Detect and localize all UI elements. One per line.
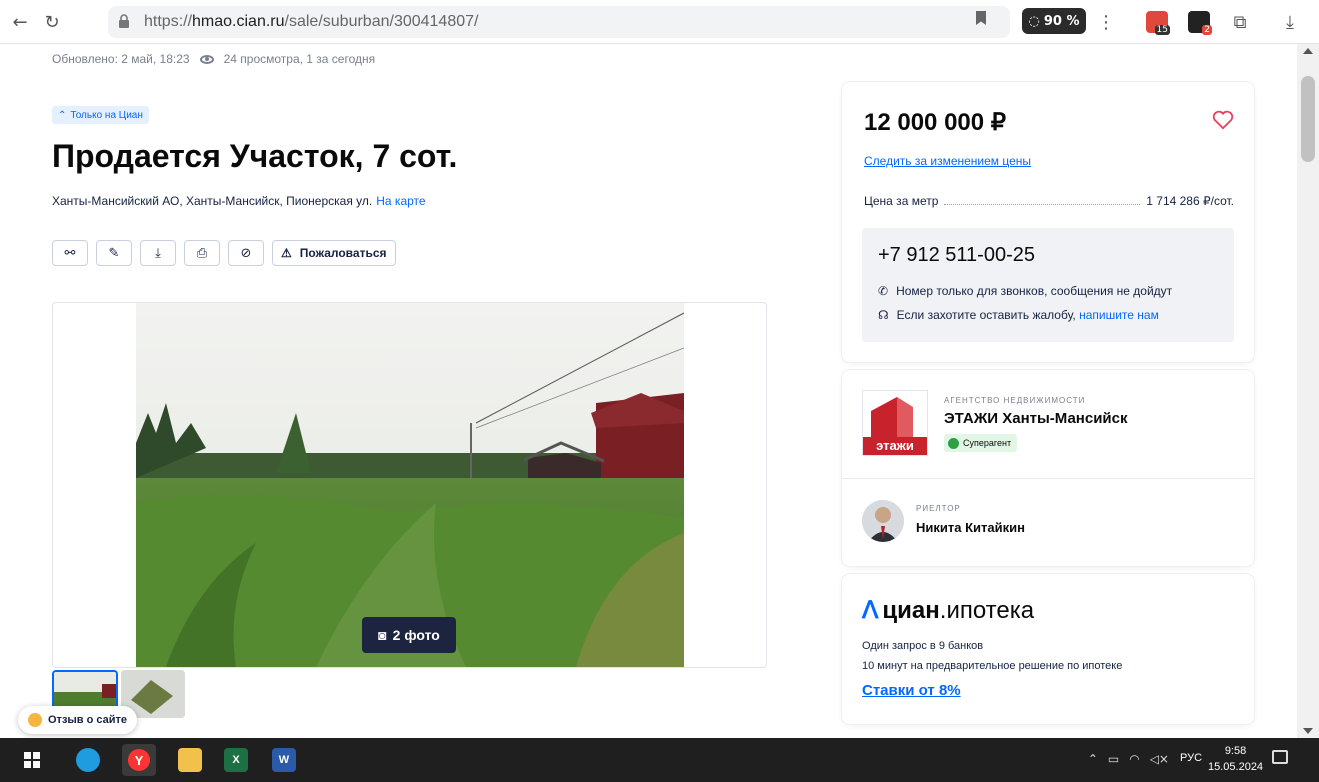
divider (842, 478, 1254, 479)
phone-box: +7 912 511-00-25 ✆ Номер только для звонк… (862, 228, 1234, 342)
hide-icon[interactable]: ⊘ (228, 240, 264, 266)
extensions-icon[interactable]: ⧉ (1228, 10, 1252, 34)
scroll-up-icon[interactable] (1303, 48, 1313, 54)
camera-icon: ◙ (378, 627, 387, 643)
agency-name[interactable]: ЭТАЖИ Ханты-Мансийск (944, 410, 1128, 427)
menu-icon[interactable]: ⋮ (1094, 10, 1118, 34)
back-icon[interactable]: ← (8, 10, 32, 34)
favorite-heart-icon[interactable] (1212, 110, 1234, 130)
photo-image (136, 303, 684, 667)
address: Ханты-Мансийский АО, Ханты-Мансийск, Пио… (52, 194, 426, 208)
scroll-down-icon[interactable] (1303, 728, 1313, 734)
price-per-unit: Цена за метр 1 714 286 ₽/сот. (864, 194, 1234, 208)
avatar-image (862, 500, 904, 542)
phone-icon: ✆ (878, 284, 889, 298)
url-text: https://hmao.cian.ru/sale/suburban/30041… (144, 13, 479, 30)
price: 12 000 000 ₽ (864, 109, 1007, 136)
cian-person-icon: ᐱ (862, 597, 879, 624)
browser-toolbar: ← ↻ https://hmao.cian.ru/sale/suburban/3… (0, 0, 1319, 44)
share-icon[interactable]: ⚯ (52, 240, 88, 266)
scroll-thumb[interactable] (1301, 76, 1315, 162)
track-price-link[interactable]: Следить за изменением цены (864, 154, 1031, 168)
views-count: 24 просмотра, 1 за сегодня (223, 52, 376, 66)
zoom-indicator[interactable]: ◌ 90 % (1022, 8, 1086, 34)
lock-icon (119, 14, 129, 28)
photo-count-button[interactable]: ◙ 2 фото (362, 617, 456, 653)
site-feedback-button[interactable]: Отзыв о сайте (18, 706, 138, 734)
edit-icon[interactable]: ✎ (96, 240, 132, 266)
calls-note: ✆ Номер только для звонков, сообщения не … (878, 284, 1173, 298)
scrollbar[interactable] (1297, 44, 1319, 738)
rates-link[interactable]: Ставки от 8% (862, 682, 961, 699)
main-photo[interactable] (136, 303, 684, 667)
word-icon[interactable]: W (272, 748, 296, 772)
agent-card: этажи АГЕНТСТВО НЕДВИЖИМОСТИ ЭТАЖИ Ханты… (842, 370, 1254, 566)
download-icon[interactable]: ⤓ (1278, 10, 1302, 34)
yandex-browser-icon[interactable]: Y (122, 744, 156, 776)
superagent-badge: Суперагент (944, 434, 1018, 452)
report-button[interactable]: ⚠ Пожаловаться (272, 240, 396, 266)
file-explorer-icon[interactable] (178, 748, 202, 772)
write-us-link[interactable]: напишите нам (1079, 308, 1159, 322)
extension-icon-2[interactable]: 2 (1188, 11, 1212, 35)
page-title: Продается Участок, 7 сот. (52, 138, 458, 174)
volume-icon[interactable]: ◁× (1150, 752, 1169, 766)
windows-start-icon[interactable] (20, 748, 44, 772)
clock[interactable]: 9:58 15.05.2024 (1208, 743, 1263, 775)
smile-icon (28, 713, 42, 727)
eye-icon (199, 54, 214, 64)
agency-logo-text: этажи (876, 438, 914, 453)
listing-meta: Обновлено: 2 май, 18:23 24 просмотра, 1 … (52, 52, 375, 66)
photo-gallery[interactable] (52, 302, 767, 668)
mortgage-card[interactable]: ᐱ циан.ипотека Один запрос в 9 банков 10… (842, 574, 1254, 724)
complaint-note: ☊ Если захотите оставить жалобу, напишит… (878, 308, 1159, 322)
battery-icon[interactable]: ▭ (1108, 752, 1119, 766)
edge-icon[interactable] (76, 748, 100, 772)
taskbar: Y X W ⌃ ▭ ◠ ◁× РУС 9:58 15.05.2024 (0, 738, 1319, 782)
cian-icon: ⌃ (58, 109, 67, 121)
updated-date: Обновлено: 2 май, 18:23 (52, 52, 190, 66)
extension-icon-1[interactable]: 15 (1146, 11, 1170, 35)
map-link[interactable]: На карте (376, 194, 425, 208)
zoom-icon: ◌ (1028, 13, 1040, 29)
agency-label: АГЕНТСТВО НЕДВИЖИМОСТИ (944, 396, 1086, 405)
phone-number[interactable]: +7 912 511-00-25 (878, 244, 1035, 267)
address-bar[interactable]: https://hmao.cian.ru/sale/suburban/30041… (108, 6, 1010, 38)
wifi-icon[interactable]: ◠ (1129, 752, 1139, 766)
realtor-label: РИЕЛТОР (916, 504, 961, 513)
reload-icon[interactable]: ↻ (40, 10, 64, 34)
only-on-cian-badge: ⌃ Только на Циан (52, 106, 149, 124)
download-icon[interactable]: ⤓ (140, 240, 176, 266)
print-icon[interactable]: ⎙ (184, 240, 220, 266)
notification-icon[interactable] (1272, 750, 1288, 764)
headset-icon: ☊ (878, 308, 889, 322)
agency-logo[interactable]: этажи (862, 390, 928, 456)
mortgage-line-1: Один запрос в 9 банков (862, 640, 984, 652)
avatar[interactable] (862, 500, 904, 542)
realtor-name[interactable]: Никита Китайкин (916, 520, 1025, 535)
chevron-up-icon[interactable]: ⌃ (1088, 752, 1098, 766)
system-tray[interactable]: ⌃ ▭ ◠ ◁× (1088, 752, 1169, 766)
mortgage-line-2: 10 минут на предварительное решение по и… (862, 660, 1123, 672)
warning-icon: ⚠ (281, 246, 292, 260)
cian-mortgage-logo: ᐱ циан.ипотека (862, 596, 1035, 625)
price-card: 12 000 000 ₽ Следить за изменением цены … (842, 82, 1254, 362)
excel-icon[interactable]: X (224, 748, 248, 772)
action-bar: ⚯ ✎ ⤓ ⎙ ⊘ ⚠ Пожаловаться (52, 240, 396, 266)
language-indicator[interactable]: РУС (1180, 752, 1202, 764)
star-icon (948, 437, 959, 449)
